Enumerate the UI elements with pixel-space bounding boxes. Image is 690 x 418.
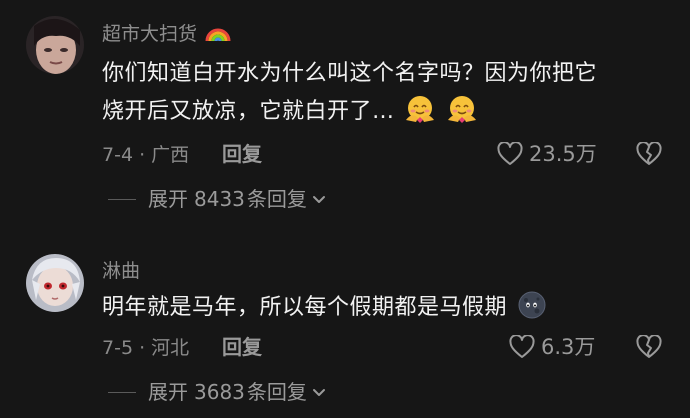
reply-count: 8433: [194, 187, 245, 211]
broken-heart-icon: [636, 141, 662, 165]
heart-outline-icon: [497, 142, 523, 165]
username[interactable]: 淋曲: [102, 259, 140, 283]
comment-text-line: 你们知道白开水为什么叫这个名字吗？因为你把它: [102, 61, 598, 86]
avatar[interactable]: [26, 16, 84, 74]
smiling-face-with-hearts-hug-icon: [447, 96, 476, 123]
rainbow-icon: [205, 28, 231, 42]
dislike-button[interactable]: [636, 141, 662, 170]
reply-button[interactable]: 回复: [222, 335, 262, 359]
heart-outline-icon: [509, 335, 535, 358]
comment-text-line: 明年就是马年，所以每个假期都是马假期: [102, 289, 672, 327]
avatar[interactable]: [26, 254, 84, 312]
broken-heart-icon: [636, 334, 662, 358]
username[interactable]: 超市大扫货: [102, 21, 231, 46]
divider: [108, 391, 136, 393]
smiling-face-with-hearts-hug-icon: [406, 96, 435, 123]
expand-replies-button[interactable]: 展开 8433 条回复: [108, 187, 327, 211]
expand-replies-button[interactable]: 展开 3683 条回复: [108, 380, 327, 404]
reply-button[interactable]: 回复: [222, 142, 262, 166]
chevron-down-icon: [312, 196, 325, 203]
divider: [108, 198, 136, 200]
like-button[interactable]: 23.5万: [497, 142, 597, 166]
dislike-button[interactable]: [636, 334, 662, 363]
like-button[interactable]: 6.3万: [509, 335, 595, 359]
like-count: 23.5万: [529, 142, 597, 166]
new-moon-face-icon: [518, 291, 546, 319]
comment-date-location: 7-5 · 河北: [102, 337, 190, 359]
like-count: 6.3万: [541, 335, 596, 359]
comment-text: 明年就是马年，所以每个假期都是马假期: [102, 289, 672, 327]
chevron-down-icon: [312, 389, 325, 396]
reply-count: 3683: [194, 380, 245, 404]
comment-date-location: 7-4 · 广西: [102, 144, 190, 166]
comment-text-line: 烧开后又放凉，它就白开了…: [102, 93, 672, 131]
comment-text: 你们知道白开水为什么叫这个名字吗？因为你把它 烧开后又放凉，它就白开了…: [102, 55, 672, 131]
